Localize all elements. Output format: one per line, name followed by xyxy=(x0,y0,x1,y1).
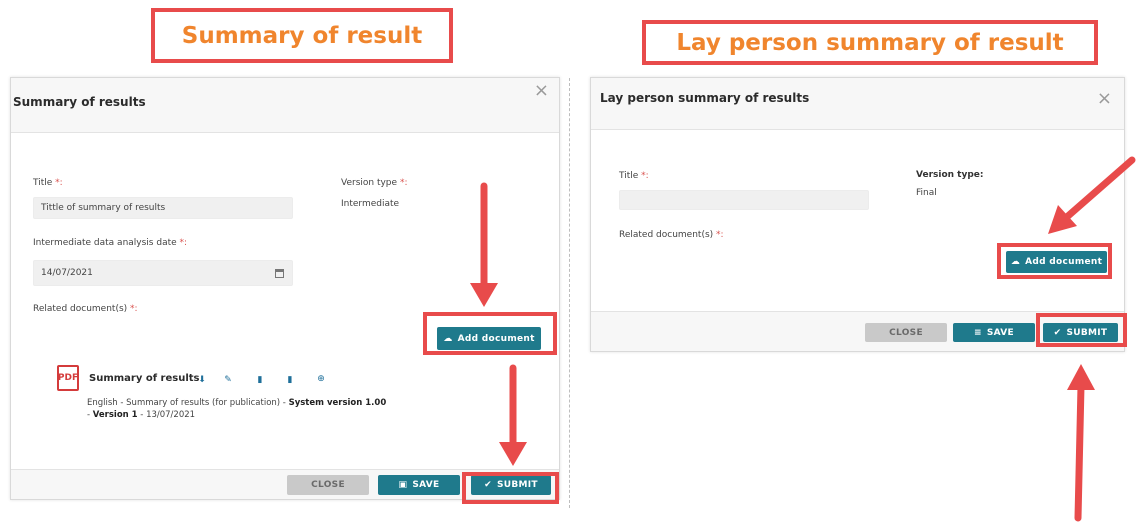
annotation-arrows xyxy=(470,156,1136,522)
arrowhead xyxy=(470,283,498,307)
arrowhead xyxy=(499,442,527,466)
arrow-to-submit-right xyxy=(1074,382,1085,522)
arrow-to-add-document-right xyxy=(1064,156,1136,220)
arrowhead xyxy=(1067,364,1095,390)
